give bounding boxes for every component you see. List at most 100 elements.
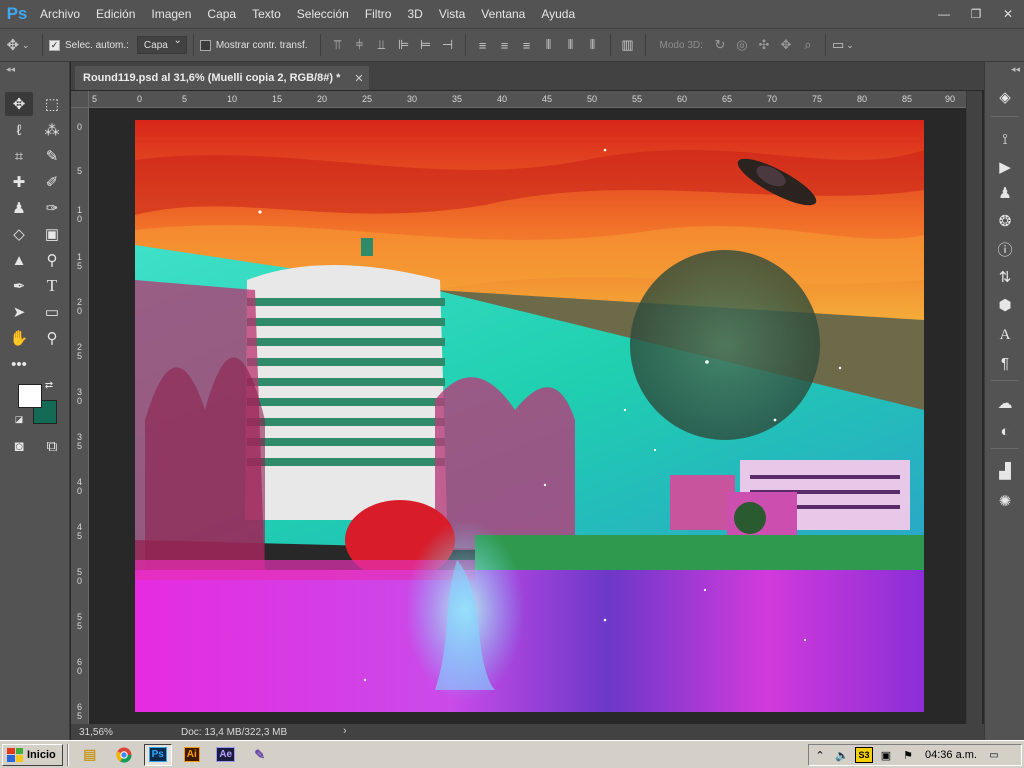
restore-button[interactable]: ❐ <box>960 0 992 28</box>
type-tool-icon[interactable]: T <box>38 274 66 298</box>
3d-panel-icon[interactable]: ⬢ <box>993 294 1017 316</box>
align-top-edges-icon[interactable]: ⫪ <box>327 35 349 55</box>
close-tab-icon[interactable]: ✕ <box>354 72 363 85</box>
distribute-hcenter-icon[interactable]: ⦀ <box>560 35 582 55</box>
document-canvas[interactable] <box>135 120 924 712</box>
menu-vista[interactable]: Vista <box>431 0 473 28</box>
workspace-switcher-icon[interactable]: ▭ ⌄ <box>832 35 854 55</box>
orbit-3d-icon[interactable]: ↻ <box>709 35 731 55</box>
show-hidden-icons-icon[interactable]: ⌃ <box>811 747 829 763</box>
distribute-left-icon[interactable]: ⦀ <box>538 35 560 55</box>
minimize-button[interactable]: — <box>928 0 960 28</box>
keyboard-icon[interactable]: S3 <box>855 747 873 763</box>
layers-panel-icon[interactable]: ◈ <box>993 86 1017 108</box>
marquee-tool-icon[interactable]: ⬚ <box>38 92 66 116</box>
vertical-ruler[interactable]: 0 5 1 0 1 5 2 0 2 5 3 0 3 5 4 0 4 5 5 0 … <box>71 108 89 724</box>
taskbar-app-illustrator[interactable]: Ai <box>178 744 206 766</box>
start-button[interactable]: Inicio <box>2 743 63 766</box>
quick-mask-icon[interactable]: ◙ <box>5 434 33 458</box>
status-menu-arrow-icon[interactable]: › <box>343 725 347 737</box>
gradient-tool-icon[interactable]: ▣ <box>38 222 66 246</box>
menu-texto[interactable]: Texto <box>244 0 289 28</box>
dodge-tool-icon[interactable]: ⚲ <box>38 248 66 272</box>
menu-3d[interactable]: 3D <box>399 0 430 28</box>
properties-panel-icon[interactable]: ◐ <box>993 420 1017 442</box>
auto-select-target-dropdown[interactable]: Capa <box>136 35 187 54</box>
align-bottom-edges-icon[interactable]: ⫫ <box>371 35 393 55</box>
distribute-right-icon[interactable]: ⦀ <box>582 35 604 55</box>
default-colors-icon[interactable]: ◪ <box>12 412 26 426</box>
histogram-panel-icon[interactable]: ▟ <box>993 460 1017 482</box>
menu-edicion[interactable]: Edición <box>88 0 143 28</box>
lasso-tool-icon[interactable]: ℓ <box>5 118 33 142</box>
distribute-vcenter-icon[interactable]: ≡ <box>494 35 516 55</box>
roll-3d-icon[interactable]: ◎ <box>731 35 753 55</box>
document-tab[interactable]: Round119.psd al 31,6% (Muelli copia 2, R… <box>75 66 369 90</box>
menu-archivo[interactable]: Archivo <box>32 0 88 28</box>
move-tool-icon[interactable]: ✥ <box>5 92 33 116</box>
taskbar-clock[interactable]: 04:36 a.m. <box>925 749 977 761</box>
move-tool-preset-icon[interactable]: ✥ ⌄ <box>0 35 36 55</box>
paint-app-icon[interactable]: ✎ <box>246 744 274 766</box>
eraser-tool-icon[interactable]: ◇ <box>5 222 33 246</box>
tools-collapse-handle[interactable]: ◂◂ <box>0 62 69 76</box>
blur-tool-icon[interactable]: ▲ <box>5 248 33 272</box>
slide-3d-icon[interactable]: ✥ <box>775 35 797 55</box>
menu-ayuda[interactable]: Ayuda <box>533 0 583 28</box>
menu-seleccion[interactable]: Selección <box>289 0 357 28</box>
libraries-panel-icon[interactable]: ☁ <box>993 392 1017 414</box>
screen-mode-icon[interactable]: ⧉ <box>38 434 66 458</box>
zoom-level-field[interactable]: 31,56% <box>71 727 131 738</box>
paths-panel-icon[interactable]: ⟟ <box>993 128 1017 150</box>
menu-imagen[interactable]: Imagen <box>143 0 199 28</box>
healing-brush-tool-icon[interactable]: ✚ <box>5 170 33 194</box>
zoom-tool-icon[interactable]: ⚲ <box>38 326 66 350</box>
show-desktop-icon[interactable]: ▭ <box>985 747 1003 763</box>
vertical-scrollbar[interactable] <box>966 91 982 724</box>
menu-ventana[interactable]: Ventana <box>473 0 533 28</box>
align-horizontal-centers-icon[interactable]: ⊨ <box>415 35 437 55</box>
rectangle-tool-icon[interactable]: ▭ <box>38 300 66 324</box>
hand-tool-icon[interactable]: ✋ <box>5 326 33 350</box>
menu-capa[interactable]: Capa <box>199 0 244 28</box>
close-window-button[interactable]: ✕ <box>992 0 1024 28</box>
distribute-top-icon[interactable]: ≡ <box>472 35 494 55</box>
paragraph-panel-icon[interactable]: ¶ <box>993 352 1017 374</box>
foreground-color-swatch[interactable] <box>18 384 42 408</box>
chrome-icon[interactable] <box>110 744 138 766</box>
menu-filtro[interactable]: Filtro <box>357 0 400 28</box>
show-transform-checkbox[interactable] <box>199 39 211 51</box>
align-right-edges-icon[interactable]: ⊣ <box>437 35 459 55</box>
align-vertical-centers-icon[interactable]: ⫩ <box>349 35 371 55</box>
auto-align-layers-icon[interactable]: ▥ <box>617 35 639 55</box>
brush-tool-icon[interactable]: ✐ <box>38 170 66 194</box>
align-left-edges-icon[interactable]: ⊫ <box>393 35 415 55</box>
action-center-flag-icon[interactable]: ⚑ <box>899 747 917 763</box>
taskbar-app-after-effects[interactable]: Ae <box>212 744 240 766</box>
magic-wand-tool-icon[interactable]: ⁂ <box>38 118 66 142</box>
character-panel-icon[interactable]: A <box>993 324 1017 346</box>
eyedropper-tool-icon[interactable]: ✎ <box>38 144 66 168</box>
drag-3d-icon[interactable]: ✣ <box>753 35 775 55</box>
scale-3d-icon[interactable]: ⌕ <box>797 35 819 55</box>
dock-collapse-handle[interactable]: ◂◂ <box>985 62 1024 76</box>
adjustments-panel-icon[interactable]: ⇅ <box>993 266 1017 288</box>
taskbar-app-photoshop[interactable]: Ps <box>143 743 172 766</box>
history-brush-tool-icon[interactable]: ✑ <box>38 196 66 220</box>
clone-source-panel-icon[interactable]: ♟ <box>993 182 1017 204</box>
network-icon[interactable]: ▣ <box>877 747 895 763</box>
path-selection-tool-icon[interactable]: ➤ <box>5 300 33 324</box>
actions-panel-icon[interactable]: ▶ <box>993 156 1017 178</box>
pen-tool-icon[interactable]: ✒ <box>5 274 33 298</box>
edit-toolbar-icon[interactable]: ••• <box>5 352 33 376</box>
distribute-bottom-icon[interactable]: ≡ <box>516 35 538 55</box>
navigator-panel-icon[interactable]: ✺ <box>993 490 1017 512</box>
info-panel-icon[interactable]: ⓘ <box>993 238 1017 260</box>
ruler-origin[interactable] <box>71 91 89 108</box>
clone-stamp-tool-icon[interactable]: ♟ <box>5 196 33 220</box>
crop-tool-icon[interactable]: ⌗ <box>5 144 33 168</box>
auto-select-checkbox[interactable]: ✓ <box>49 39 60 51</box>
color-panel-icon[interactable]: ❂ <box>993 210 1017 232</box>
volume-icon[interactable]: 🔈 <box>833 747 851 763</box>
horizontal-ruler[interactable]: 5 0 5 10 15 20 25 30 35 40 45 50 55 60 6… <box>89 91 966 108</box>
